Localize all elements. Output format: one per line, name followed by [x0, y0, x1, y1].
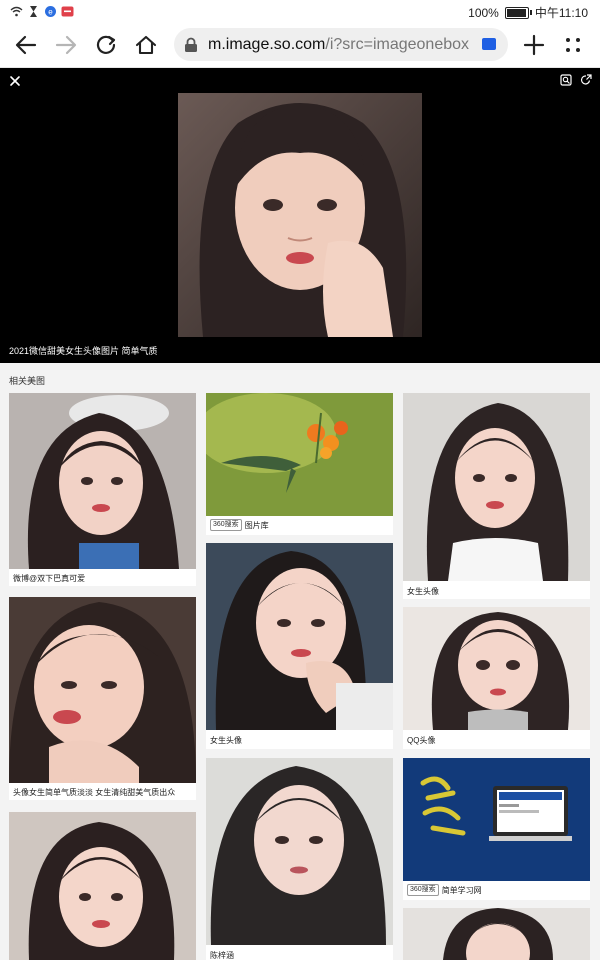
- page-info-icon[interactable]: [482, 38, 496, 50]
- card-caption-text: 图片库: [244, 520, 269, 530]
- card-caption-text: 简单学习网: [441, 885, 482, 895]
- image-card[interactable]: QQ头像: [403, 607, 590, 749]
- image-search-icon: [560, 74, 572, 86]
- thumbnail: [403, 758, 590, 881]
- back-button[interactable]: [9, 28, 43, 62]
- new-tab-button[interactable]: [517, 28, 551, 62]
- image-card[interactable]: 女生头像: [403, 393, 590, 599]
- image-card[interactable]: 微博@双下巴真可爱: [9, 393, 196, 586]
- address-bar[interactable]: m.image.so.com/i?src=imageonebox: [174, 28, 508, 61]
- thumbnail: [206, 543, 393, 730]
- main-photo[interactable]: [178, 93, 422, 337]
- image-card[interactable]: [9, 812, 196, 960]
- image-card[interactable]: 360搜索 图片库: [206, 393, 393, 535]
- thumbnail: [9, 393, 196, 569]
- arrow-left-icon: [15, 35, 37, 55]
- card-caption-text: 女生头像: [407, 587, 439, 596]
- close-icon: [10, 76, 20, 86]
- share-icon: [580, 74, 592, 85]
- card-caption: 女生头像: [407, 586, 439, 597]
- card-caption-text: 头像女生简单气质淡淡 女生清纯甜美气质出众: [13, 788, 176, 797]
- card-caption: 头像女生简单气质淡淡 女生清纯甜美气质出众: [13, 787, 175, 798]
- card-caption: 陈梓涵: [210, 950, 234, 960]
- thumbnail: [403, 393, 590, 581]
- thumbnail: [403, 607, 590, 730]
- image-caption: 2021微信甜美女生头像图片 简单气质: [9, 346, 158, 356]
- card-caption: 微博@双下巴真可爱: [13, 573, 85, 584]
- image-card[interactable]: 女生头像: [206, 543, 393, 749]
- home-button[interactable]: [129, 28, 163, 62]
- lock-icon: [184, 37, 198, 53]
- source-tag: 360搜索: [407, 884, 439, 896]
- thumbnail: [9, 812, 196, 960]
- card-caption-text: 女生头像: [210, 736, 242, 745]
- arrow-right-icon: [55, 35, 77, 55]
- url-path: /i?src=imageonebox: [325, 36, 470, 53]
- share-button[interactable]: [580, 74, 592, 86]
- card-caption-text: 微博@双下巴真可爱: [13, 574, 86, 583]
- hourglass-icon: [27, 5, 40, 18]
- related-images-section: 相关美图 微博@双下巴真可爱 头像女生简单气质淡淡 女生清纯甜美气质出众 360…: [0, 363, 600, 960]
- image-card[interactable]: 头像女生简单气质淡淡 女生清纯甜美气质出众: [9, 597, 196, 800]
- grid-dots-icon: [566, 38, 580, 52]
- close-button[interactable]: [8, 74, 22, 88]
- url-text: m.image.so.com/i?src=imageonebox: [208, 36, 470, 54]
- forward-button[interactable]: [49, 28, 83, 62]
- reload-button[interactable]: [89, 28, 123, 62]
- card-caption: 360搜索 简单学习网: [407, 884, 482, 896]
- thumbnail: [206, 758, 393, 945]
- wifi-icon: [10, 5, 23, 18]
- source-tag: 360搜索: [210, 519, 242, 531]
- image-card[interactable]: 360搜索 简单学习网: [403, 758, 590, 900]
- card-caption: 360搜索 图片库: [210, 519, 269, 531]
- plus-icon: [523, 34, 545, 56]
- thumbnail: [206, 393, 393, 516]
- menu-button[interactable]: [556, 28, 590, 62]
- battery-icon: [504, 6, 532, 19]
- card-caption-text: QQ头像: [407, 736, 436, 745]
- thumbnail: [403, 908, 590, 960]
- mail-notification-icon: [61, 5, 74, 18]
- svg-text:e: e: [48, 8, 53, 17]
- image-card[interactable]: [403, 908, 590, 960]
- clock: 中午11:10: [534, 6, 588, 20]
- url-host: m.image.so.com: [208, 36, 326, 53]
- browser-toolbar: m.image.so.com/i?src=imageonebox: [0, 24, 600, 68]
- status-bar: e 100% 中午11:10: [0, 0, 600, 24]
- card-caption: QQ头像: [407, 735, 435, 746]
- image-viewer: 2021微信甜美女生头像图片 简单气质: [0, 68, 600, 363]
- app-notification-icon: e: [44, 5, 57, 18]
- card-caption-text: 陈梓涵: [210, 951, 234, 960]
- battery-percent: 100%: [468, 5, 499, 20]
- scan-button[interactable]: [560, 74, 572, 86]
- home-icon: [135, 35, 157, 55]
- refresh-icon: [96, 35, 116, 54]
- section-title: 相关美图: [9, 376, 46, 386]
- card-caption: 女生头像: [210, 735, 242, 746]
- image-card[interactable]: 陈梓涵: [206, 758, 393, 960]
- thumbnail: [9, 597, 196, 783]
